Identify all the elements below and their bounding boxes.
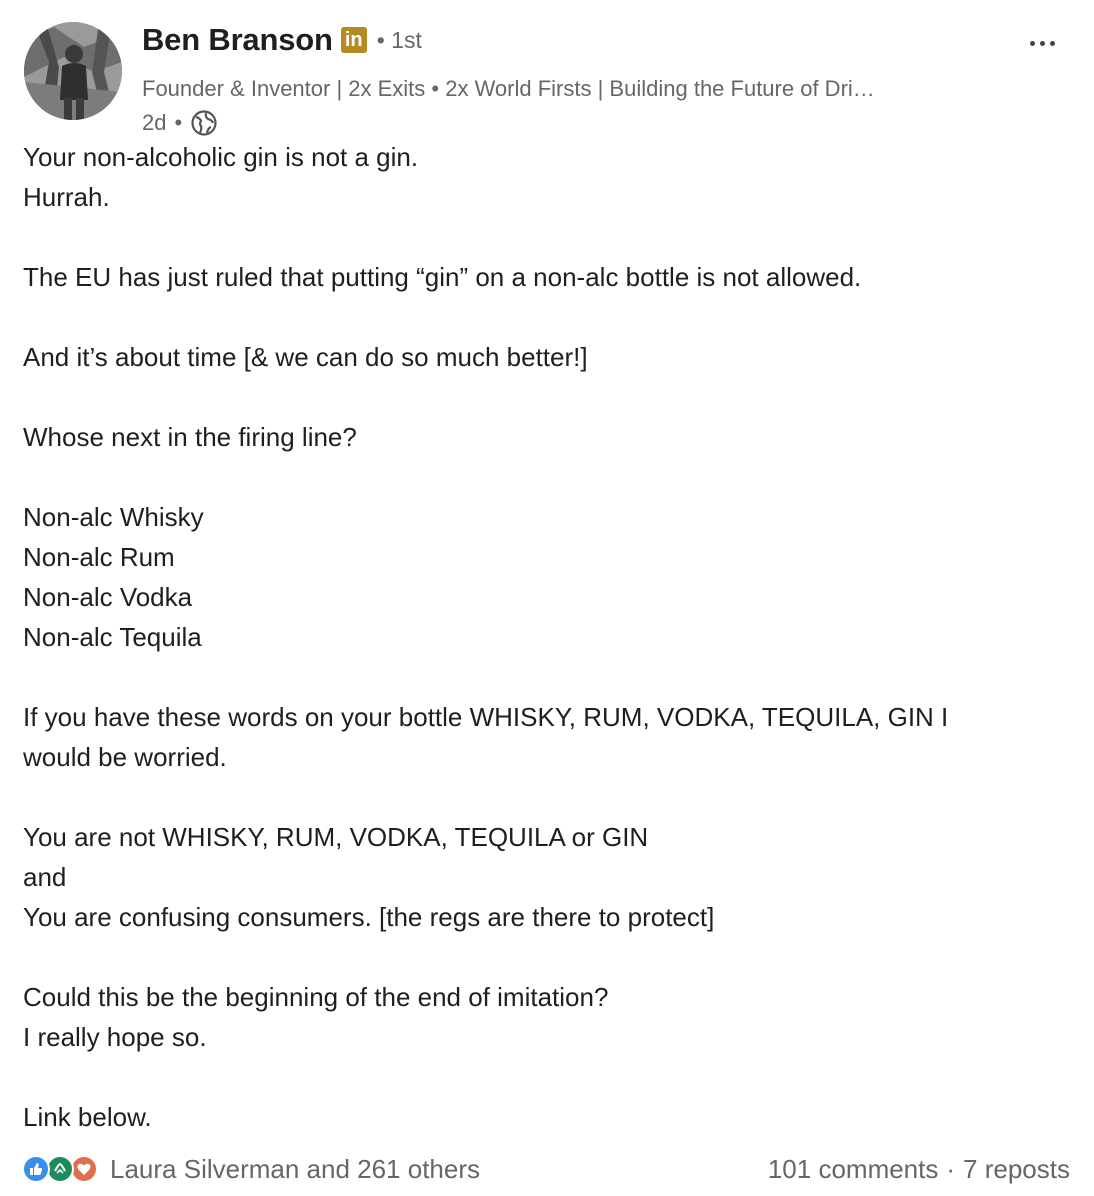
post-line: and	[23, 862, 67, 892]
post-line: Non-alc Vodka	[23, 582, 193, 612]
post-header: Ben Branson in • 1st Founder & Inventor …	[24, 18, 1074, 136]
more-horizontal-icon	[1029, 40, 1035, 46]
post-line	[23, 457, 1063, 497]
more-options-button[interactable]	[1022, 28, 1062, 58]
author-headline: Founder & Inventor | 2x Exits • 2x World…	[142, 76, 875, 101]
avatar[interactable]	[24, 22, 122, 120]
post-line	[23, 217, 1063, 257]
reaction-icons	[22, 1154, 102, 1184]
post-meta: 2d •	[142, 108, 218, 138]
connection-degree: • 1st	[376, 26, 422, 53]
post-line: I really hope so.	[23, 1022, 207, 1052]
post-link-text[interactable]: Link below.	[23, 1097, 1063, 1137]
post-line: Hurrah.	[23, 182, 110, 212]
avatar-photo	[24, 22, 122, 120]
post-line: You are confusing consumers. [the regs a…	[23, 902, 715, 932]
comments-count-link[interactable]: 101 comments	[768, 1154, 939, 1185]
post-line: If you have these words on your bottle W…	[23, 702, 949, 732]
post-line: Whose next in the firing line?	[23, 422, 357, 452]
post-line	[23, 297, 1063, 337]
post-line: Could this be the beginning of the end o…	[23, 982, 609, 1012]
post-line: Non-alc Tequila	[23, 622, 202, 652]
reactions-summary[interactable]: Laura Silverman and 261 others	[22, 1154, 480, 1185]
social-counts: Laura Silverman and 261 others 101 comme…	[22, 1150, 1070, 1188]
post-line: Non-alc Whisky	[23, 502, 204, 532]
post-line	[23, 657, 1063, 697]
post-line: The EU has just ruled that putting “gin”…	[23, 262, 862, 292]
post-line	[23, 777, 1063, 817]
engagement-stats: 101 comments · 7 reposts	[768, 1154, 1070, 1185]
globe-icon	[190, 109, 218, 137]
reposts-count-link[interactable]: 7 reposts	[963, 1154, 1070, 1185]
love-icon	[70, 1155, 98, 1183]
linkedin-premium-badge-icon: in	[340, 27, 367, 53]
meta-separator: •	[174, 110, 183, 135]
post-time: 2d	[142, 110, 167, 135]
stats-separator: ·	[946, 1153, 956, 1184]
post-line: Your non-alcoholic gin is not a gin.	[23, 142, 419, 172]
post-line: And it’s about time [& we can do so much…	[23, 342, 588, 372]
post-line	[23, 1057, 1063, 1097]
post-line: You are not WHISKY, RUM, VODKA, TEQUILA …	[23, 822, 649, 852]
reactions-text: Laura Silverman and 261 others	[110, 1153, 481, 1184]
post-text: Your non-alcoholic gin is not a gin. Hur…	[23, 137, 1063, 1137]
author-name[interactable]: Ben Branson	[142, 22, 333, 58]
post-line	[23, 937, 1063, 977]
like-icon	[22, 1155, 50, 1183]
support-icon	[46, 1155, 74, 1183]
post-line: would be worried.	[23, 742, 227, 772]
author-line: Ben Branson in • 1st	[142, 20, 422, 60]
post-line: Non-alc Rum	[23, 542, 175, 572]
post-line	[23, 377, 1063, 417]
